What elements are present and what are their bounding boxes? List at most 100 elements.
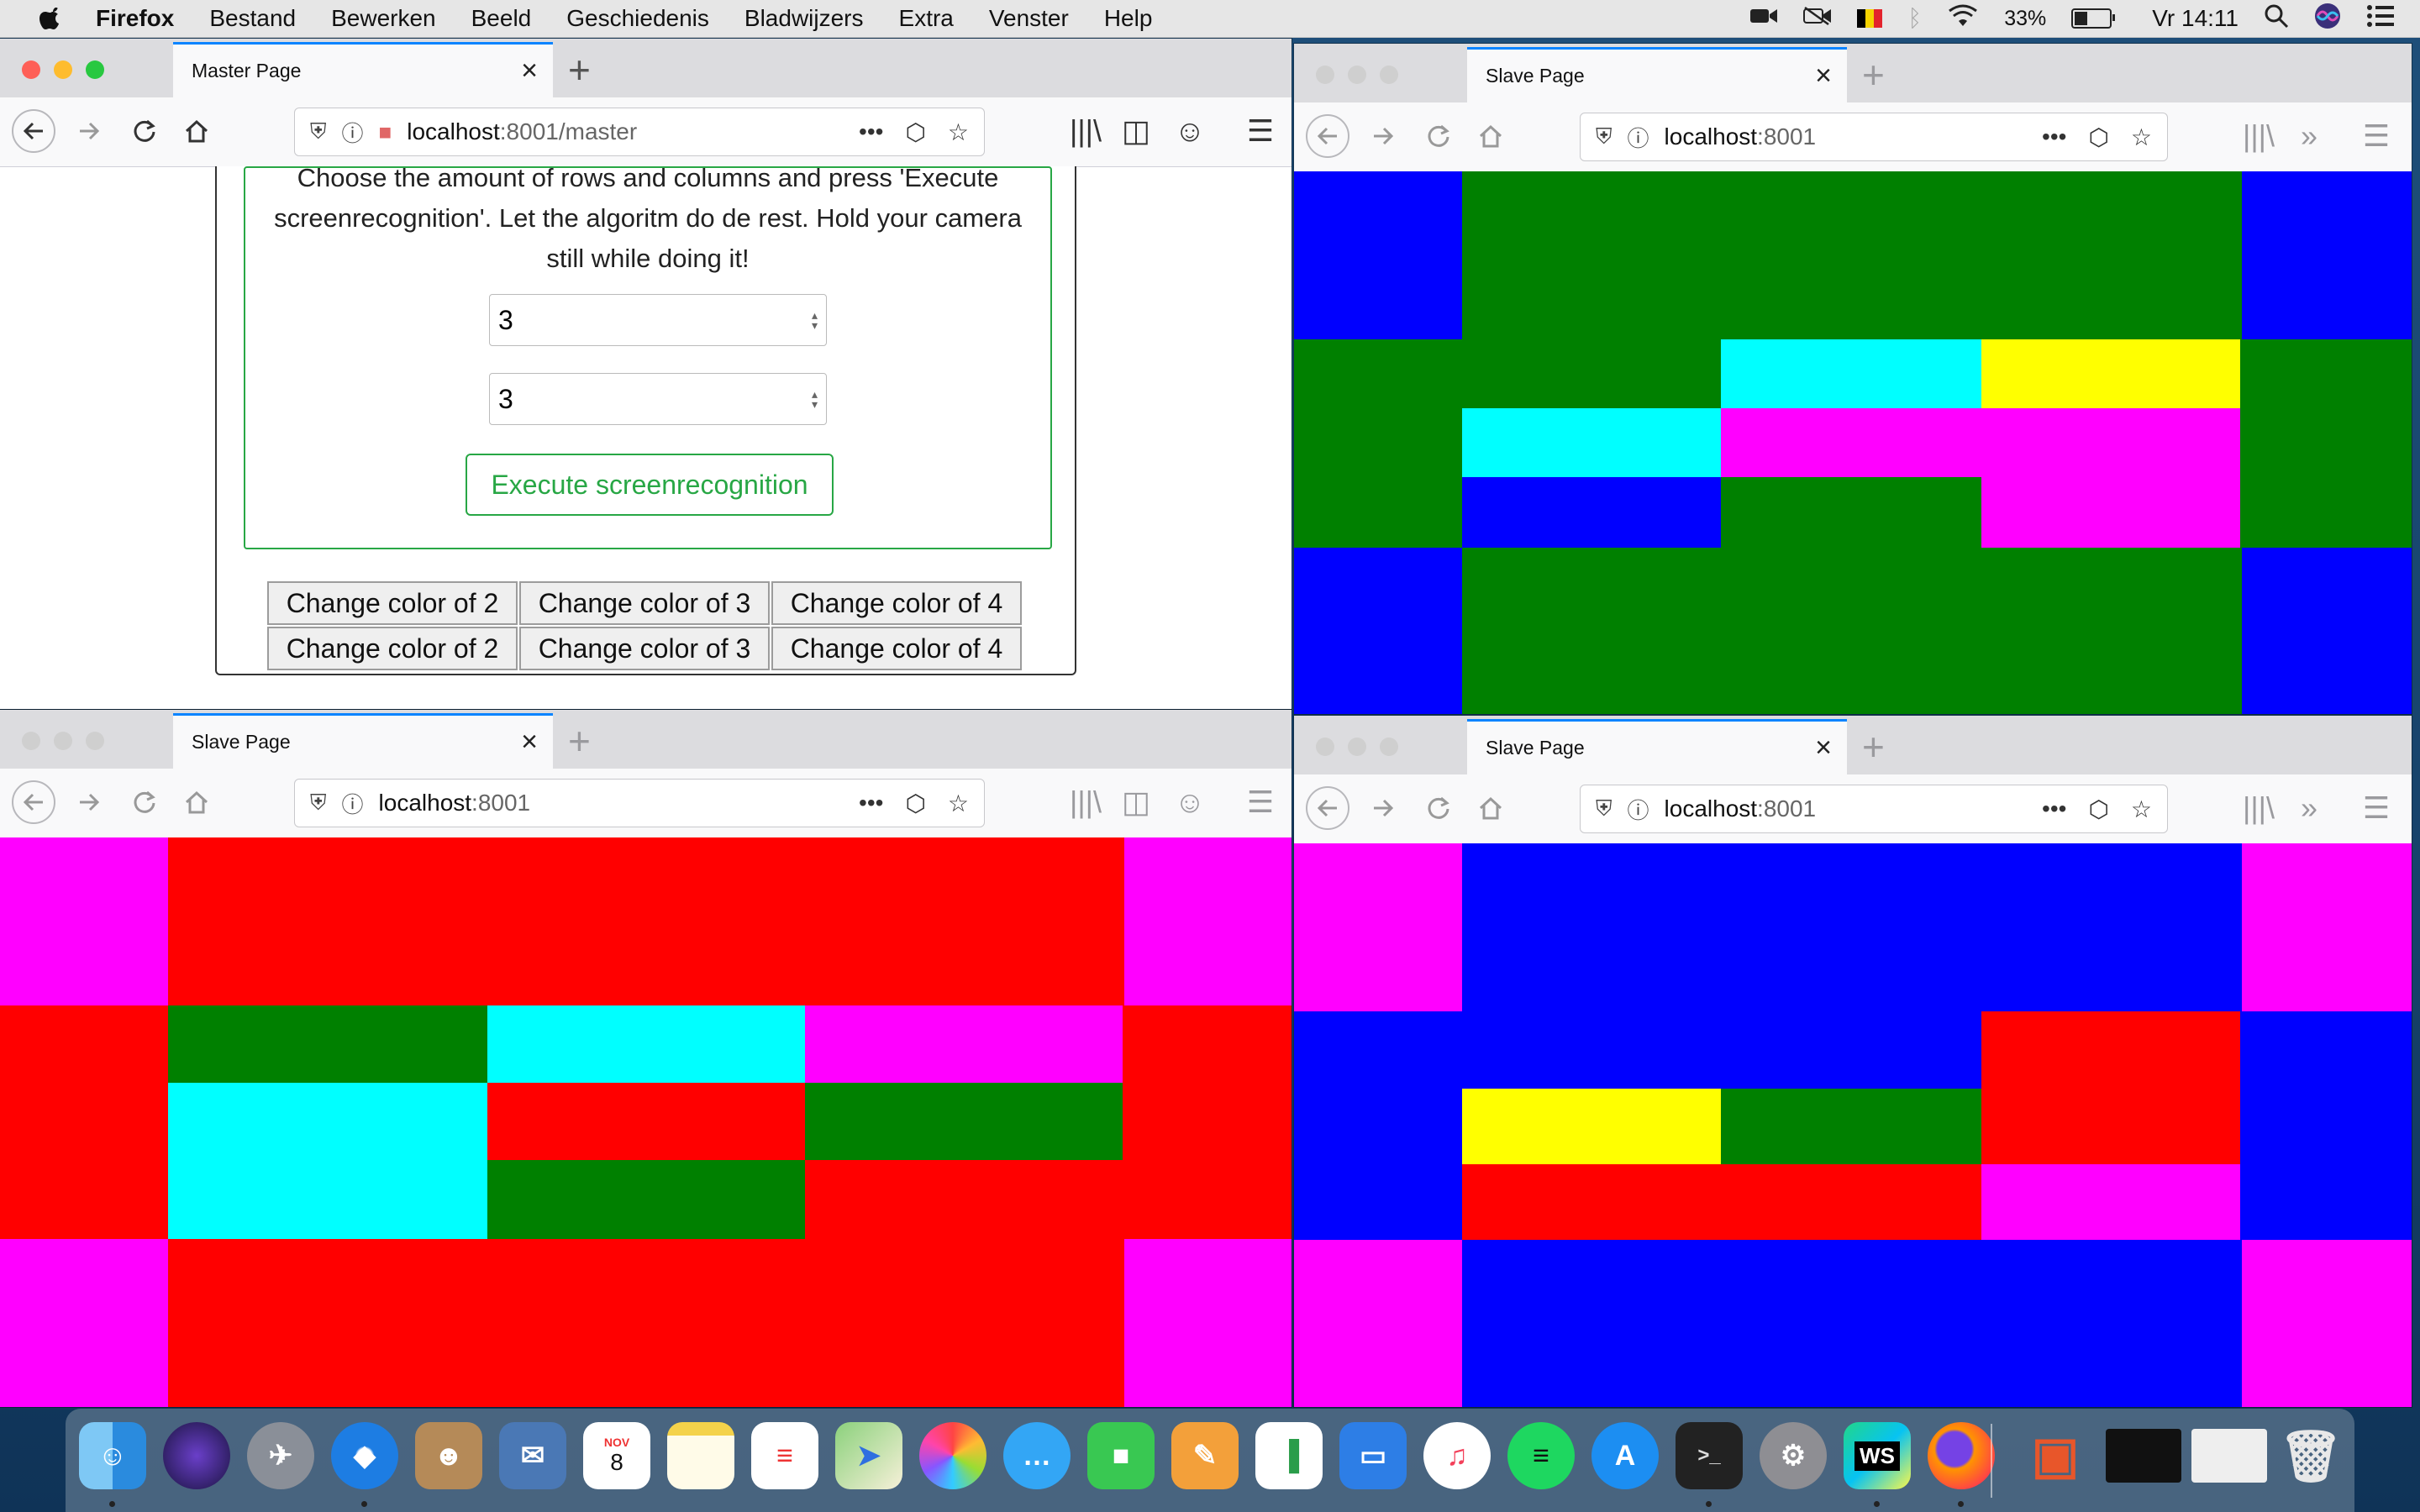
- reload-button[interactable]: [123, 780, 166, 824]
- site-info-icon[interactable]: ⓘ: [1628, 794, 1649, 825]
- change-color-2-button[interactable]: Change color of 2: [267, 627, 518, 670]
- input-source-flag-icon[interactable]: [1857, 9, 1883, 28]
- columns-stepper-icon[interactable]: ▴ ▾: [812, 388, 818, 410]
- menu-bladwijzers[interactable]: Bladwijzers: [744, 5, 864, 32]
- home-button[interactable]: [175, 780, 218, 824]
- overflow-chevron-icon[interactable]: »: [2287, 114, 2331, 158]
- clock[interactable]: Vr 14:11: [2152, 5, 2238, 32]
- maps-icon[interactable]: ➤: [835, 1422, 902, 1489]
- finder-icon[interactable]: ☺: [79, 1422, 146, 1489]
- minimize-window-button[interactable]: [54, 60, 72, 79]
- change-color-3-button[interactable]: Change color of 3: [519, 627, 770, 670]
- hamburger-menu-icon[interactable]: ☰: [2354, 786, 2398, 830]
- zoom-window-button[interactable]: [86, 60, 104, 79]
- menu-venster[interactable]: Venster: [989, 5, 1069, 32]
- spotlight-search-icon[interactable]: [2264, 3, 2289, 34]
- photos-icon[interactable]: [919, 1422, 986, 1489]
- address-bar[interactable]: ⛨ ⓘ localhost:8001 ••• ⬡ ☆: [1580, 113, 2168, 161]
- camera-sharing-icon[interactable]: ■: [379, 119, 392, 145]
- music-icon[interactable]: ♫: [1423, 1422, 1491, 1489]
- app-store-icon[interactable]: A: [1591, 1422, 1659, 1489]
- overflow-chevron-icon[interactable]: »: [2287, 786, 2331, 830]
- zoom-window-button[interactable]: [1380, 738, 1398, 756]
- reload-button[interactable]: [1417, 114, 1460, 158]
- library-icon[interactable]: |||\: [2237, 114, 2281, 158]
- trash-icon[interactable]: 🗑: [2277, 1422, 2344, 1489]
- camera-icon[interactable]: [1749, 5, 1778, 32]
- close-tab-icon[interactable]: ×: [1815, 60, 1832, 92]
- home-button[interactable]: [1469, 114, 1512, 158]
- reminders-icon[interactable]: ≡: [751, 1422, 818, 1489]
- new-tab-button[interactable]: +: [568, 47, 591, 92]
- tracking-protection-shield-icon[interactable]: ⛨: [1596, 795, 1612, 822]
- reload-button[interactable]: [123, 109, 166, 153]
- page-actions-icon[interactable]: •••: [2042, 123, 2066, 151]
- contacts-icon[interactable]: ☻: [415, 1422, 482, 1489]
- wifi-icon[interactable]: [1947, 4, 1979, 34]
- new-tab-button[interactable]: +: [568, 718, 591, 764]
- account-icon[interactable]: ☺: [1168, 109, 1212, 153]
- close-tab-icon[interactable]: ×: [521, 726, 538, 759]
- firefox-icon[interactable]: [1928, 1422, 1995, 1489]
- notification-center-icon[interactable]: [2366, 4, 2395, 34]
- menu-help[interactable]: Help: [1104, 5, 1153, 32]
- change-color-4-button[interactable]: Change color of 4: [771, 627, 1022, 670]
- tab-slave-page[interactable]: Slave Page ×: [1467, 47, 1847, 102]
- bookmark-star-icon[interactable]: ☆: [2131, 795, 2152, 823]
- execute-screenrecognition-button[interactable]: Execute screenrecognition: [466, 454, 834, 516]
- pocket-icon[interactable]: ⬡: [2088, 795, 2108, 823]
- tracking-protection-shield-icon[interactable]: ⛨: [1596, 123, 1612, 150]
- change-color-3-button[interactable]: Change color of 3: [519, 581, 770, 625]
- facetime-icon[interactable]: ■: [1087, 1422, 1155, 1489]
- change-color-4-button[interactable]: Change color of 4: [771, 581, 1022, 625]
- hamburger-menu-icon[interactable]: ☰: [1239, 780, 1282, 824]
- minimize-window-button[interactable]: [54, 732, 72, 750]
- battery-percentage[interactable]: 33%: [2004, 7, 2046, 31]
- tab-master-page[interactable]: Master Page ×: [173, 42, 553, 97]
- zoom-window-button[interactable]: [86, 732, 104, 750]
- back-button[interactable]: [12, 780, 55, 824]
- apple-menu-icon[interactable]: [34, 2, 67, 35]
- reload-button[interactable]: [1417, 786, 1460, 830]
- address-bar[interactable]: ⛨ ⓘ localhost:8001 ••• ⬡ ☆: [1580, 785, 2168, 833]
- hamburger-menu-icon[interactable]: ☰: [1239, 109, 1282, 153]
- webstorm-icon[interactable]: WS: [1844, 1422, 1911, 1489]
- pocket-icon[interactable]: ⬡: [2088, 123, 2108, 151]
- camera-off-icon[interactable]: [1803, 5, 1832, 32]
- forward-button[interactable]: [67, 780, 111, 824]
- back-button[interactable]: [1306, 786, 1349, 830]
- minimize-window-button[interactable]: [1348, 738, 1366, 756]
- office-icon[interactable]: ▣: [2022, 1422, 2089, 1489]
- new-tab-button[interactable]: +: [1862, 724, 1885, 769]
- tab-slave-page[interactable]: Slave Page ×: [1467, 719, 1847, 774]
- back-button[interactable]: [1306, 114, 1349, 158]
- close-window-button[interactable]: [1316, 738, 1334, 756]
- menu-geschiedenis[interactable]: Geschiedenis: [566, 5, 709, 32]
- battery-icon[interactable]: [2071, 8, 2116, 29]
- screenshot-thumbnail-icon[interactable]: [2191, 1429, 2267, 1483]
- tab-slave-page[interactable]: Slave Page ×: [173, 713, 553, 769]
- home-button[interactable]: [175, 109, 218, 153]
- pages-icon[interactable]: ✎: [1171, 1422, 1239, 1489]
- library-icon[interactable]: |||\: [2237, 786, 2281, 830]
- menu-app-name[interactable]: Firefox: [96, 5, 174, 32]
- close-window-button[interactable]: [22, 732, 40, 750]
- tracking-protection-shield-icon[interactable]: ⛨: [310, 118, 327, 145]
- sidebar-icon[interactable]: ◫: [1114, 780, 1158, 824]
- forward-button[interactable]: [67, 109, 111, 153]
- messages-icon[interactable]: …: [1003, 1422, 1071, 1489]
- home-button[interactable]: [1469, 786, 1512, 830]
- address-bar[interactable]: ⛨ ⓘ ■ localhost:8001/master ••• ⬡ ☆: [294, 108, 985, 156]
- site-info-icon[interactable]: ⓘ: [342, 117, 364, 148]
- back-button[interactable]: [12, 109, 55, 153]
- forward-button[interactable]: [1361, 114, 1405, 158]
- mail-icon[interactable]: ✉: [499, 1422, 566, 1489]
- siri-icon[interactable]: [2314, 3, 2341, 35]
- menu-beeld[interactable]: Beeld: [471, 5, 532, 32]
- pocket-icon[interactable]: ⬡: [905, 790, 925, 817]
- rows-input[interactable]: 3 ▴ ▾: [489, 294, 827, 346]
- spotify-icon[interactable]: ≡: [1507, 1422, 1575, 1489]
- close-tab-icon[interactable]: ×: [1815, 732, 1832, 764]
- site-info-icon[interactable]: ⓘ: [342, 788, 364, 819]
- system-preferences-icon[interactable]: ⚙: [1760, 1422, 1827, 1489]
